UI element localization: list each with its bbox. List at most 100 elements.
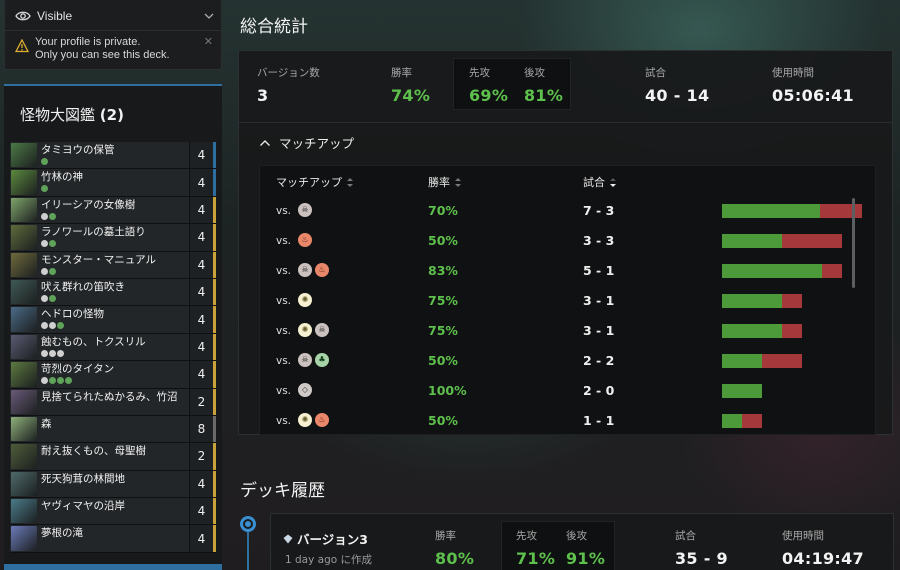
overall-stats-panel: バージョン数 3 勝率 74% 先攻 69% 後攻 81% 試合 40 - 14… (238, 50, 893, 435)
hist-draw-label: 後攻 (566, 530, 587, 542)
card-info: 苛烈のタイタン (37, 361, 189, 387)
card-row[interactable]: 苛烈のタイタン 4 (10, 361, 216, 389)
visibility-select[interactable]: Visible (15, 7, 215, 25)
divider (239, 122, 892, 123)
card-name: 耐え抜くもの、母聖樹 (41, 445, 146, 458)
card-row[interactable]: 吠え群れの笛吹き 4 (10, 278, 216, 307)
card-row[interactable]: 蝕むもの、トクスリル 4 (10, 333, 216, 362)
card-row[interactable]: 竹林の神 4 (10, 169, 216, 197)
card-row[interactable]: 森8 (10, 415, 216, 444)
generic-mana-icon (41, 377, 48, 385)
matchup-row[interactable]: vs. ✺ ☠ 75% 3 - 1 (260, 316, 875, 346)
mana-cost (41, 377, 189, 385)
mana-cost (41, 185, 189, 193)
matchup-row[interactable]: vs. ◇ 100% 2 - 0 (260, 376, 875, 406)
col-header-games[interactable]: 試合 (583, 174, 616, 190)
card-row[interactable]: タミヨウの保管 4 (10, 142, 216, 170)
card-row[interactable]: イリーシアの女像樹 4 (10, 196, 216, 225)
warning-icon (15, 39, 29, 53)
col-header-matchup[interactable]: マッチアップ (276, 174, 353, 190)
green-mana-icon (57, 322, 64, 330)
loss-segment (742, 414, 762, 428)
card-row[interactable]: モンスター・マニュアル 4 (10, 251, 216, 279)
version-title: バージョン3 (283, 529, 368, 548)
matchup-row[interactable]: vs. ✺ 75% 3 - 1 (260, 286, 875, 316)
card-count: 2 (189, 443, 213, 470)
hist-time: 使用時間 04:19:47 (782, 528, 864, 568)
overall-stats-heading: 総合統計 (240, 17, 308, 37)
green-mana-icon (49, 267, 56, 275)
win-segment (722, 384, 762, 398)
card-row[interactable]: ラノワールの墓土語り 4 (10, 224, 216, 252)
stat-winrate-value: 74% (391, 86, 431, 105)
card-row[interactable]: 夢根の滝 4 (10, 525, 216, 553)
card-row[interactable]: 耐え抜くもの、母聖樹 2 (10, 443, 216, 471)
hist-games-label: 試合 (675, 530, 696, 542)
win-segment (722, 234, 782, 248)
vs-label: vs. (276, 265, 292, 277)
hist-winrate: 勝率 80% (435, 528, 474, 568)
deck-list-panel: 怪物大図鑑 (2) タミヨウの保管 4 竹林の神 4 イリーシアの女像樹 4 ラノワールの墓… (4, 84, 222, 570)
card-info: 耐え抜くもの、母聖樹 (37, 443, 189, 469)
matchup-row[interactable]: vs. ☠ ♨ 83% 5 - 1 (260, 256, 875, 286)
vs-label: vs. (276, 205, 292, 217)
card-info: タミヨウの保管 (37, 142, 189, 168)
hist-draw: 後攻 91% (566, 528, 605, 568)
winloss-bar (722, 384, 762, 398)
matchup-table: マッチアップ 勝率 試合 vs. ☠ 70% 7 - 3 vs. ♨ 50% 3 - 3 vs.… (259, 165, 876, 435)
matchup-record: 3 - 3 (583, 233, 615, 248)
loss-segment (782, 234, 842, 248)
close-icon[interactable]: ✕ (204, 35, 213, 48)
rarity-stripe (213, 169, 216, 196)
card-row[interactable]: ヘドロの怪物 4 (10, 306, 216, 334)
card-info: 死天狗茸の林間地 (37, 471, 189, 497)
stat-time-value: 05:06:41 (772, 86, 854, 105)
matchup-row[interactable]: vs. ♨ 50% 3 - 3 (260, 226, 875, 256)
rarity-stripe (213, 415, 216, 443)
card-row[interactable]: 死天狗茸の林間地 4 (10, 470, 216, 499)
card-count: 4 (189, 361, 213, 388)
deck-history-heading: デッキ履歴 (240, 481, 325, 501)
panel-footer-bar (4, 564, 222, 570)
mana-cost (41, 322, 189, 330)
vs-label: vs. (276, 235, 292, 247)
matchup-row[interactable]: vs. ✺ ♨ 50% 1 - 1 (260, 406, 875, 436)
card-count: 4 (189, 224, 213, 251)
scrollbar[interactable] (852, 198, 855, 288)
card-count: 8 (189, 415, 213, 443)
matchup-record: 3 - 1 (583, 323, 615, 338)
matchup-winrate: 50% (428, 413, 458, 428)
rarity-stripe (213, 388, 216, 415)
matchup-toggle[interactable]: マッチアップ (259, 133, 354, 152)
mana-symbol-w-icon: ✺ (298, 413, 312, 427)
stat-winrate: 勝率 74% (391, 65, 430, 105)
card-info: 森 (37, 416, 189, 442)
col-header-games-label: 試合 (583, 176, 605, 189)
card-info: 見捨てられたぬかるみ、竹沼 (37, 389, 189, 415)
rarity-stripe (213, 498, 216, 525)
timeline-node (240, 516, 256, 532)
win-segment (722, 324, 782, 338)
divider (5, 30, 221, 31)
matchup-row[interactable]: vs. ☠ ♣ 50% 2 - 2 (260, 346, 875, 376)
col-header-winrate[interactable]: 勝率 (428, 174, 461, 190)
visibility-label: Visible (37, 9, 73, 23)
matchup-record: 7 - 3 (583, 203, 615, 218)
matchup-row[interactable]: vs. ☠ 70% 7 - 3 (260, 196, 875, 226)
history-card[interactable]: バージョン3 1 day ago に作成 勝率 80% 先攻 71% 後攻 91… (270, 513, 894, 570)
mana-cost (41, 240, 189, 248)
matchup-winrate: 75% (428, 323, 458, 338)
winloss-bar (722, 234, 842, 248)
card-row[interactable]: 見捨てられたぬかるみ、竹沼 2 (10, 388, 216, 416)
card-name: 夢根の滝 (41, 527, 83, 540)
chevron-down-icon[interactable] (203, 10, 215, 22)
warning-line-1: Your profile is private. (35, 36, 141, 48)
matchup-record: 2 - 2 (583, 353, 615, 368)
mana-symbol-r-icon: ♨ (298, 233, 312, 247)
vs-label: vs. (276, 295, 292, 307)
card-row[interactable]: ヤヴィマヤの沿岸 4 (10, 498, 216, 526)
card-name: モンスター・マニュアル (41, 253, 156, 266)
card-info: ヘドロの怪物 (37, 306, 189, 332)
timeline-line (247, 532, 249, 570)
card-art-thumbnail (11, 225, 37, 250)
